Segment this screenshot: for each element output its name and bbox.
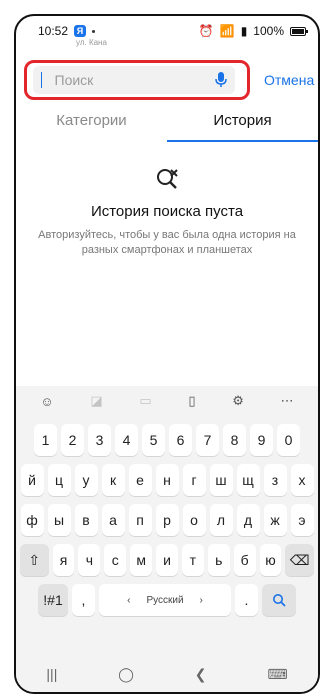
keyboard-row-3: ⇧ я ч с м и т ь б ю ⌫	[16, 544, 318, 576]
empty-description: Авторизуйтесь, чтобы у вас была одна ист…	[38, 229, 296, 256]
search-icon	[273, 594, 286, 607]
cancel-button[interactable]: Отмена	[264, 72, 314, 88]
key[interactable]: д	[236, 504, 260, 536]
key[interactable]: ф	[20, 504, 44, 536]
key[interactable]: а	[101, 504, 125, 536]
shift-icon[interactable]: ⇧	[20, 544, 49, 576]
key[interactable]: н	[155, 464, 179, 496]
search-key[interactable]	[262, 584, 296, 616]
key[interactable]: 6	[169, 424, 192, 456]
search-field[interactable]	[33, 66, 235, 94]
key[interactable]: к	[101, 464, 125, 496]
key[interactable]: ы	[47, 504, 71, 536]
tab-categories[interactable]: Категории	[16, 106, 167, 142]
keyboard-row-2: ф ы в а п р о л д ж э	[16, 504, 318, 536]
key[interactable]: 8	[223, 424, 246, 456]
search-history-empty-icon	[157, 169, 178, 189]
key[interactable]: й	[20, 464, 44, 496]
keyboard-row-bottom: !#1 , ‹ Русский › .	[16, 584, 318, 616]
map-label: ул. Кана	[76, 38, 107, 47]
empty-history: История поиска пуста Авторизуйтесь, чтоб…	[16, 166, 318, 258]
key[interactable]: п	[128, 504, 152, 536]
key[interactable]: 3	[88, 424, 111, 456]
space-label: Русский	[146, 594, 184, 606]
tab-bar: Категории История	[16, 106, 318, 142]
space-right-arrow-icon: ›	[199, 594, 203, 606]
system-nav-bar: ||| ◯ ❮ ⌨	[16, 656, 318, 692]
signal-icon: ▮	[240, 24, 248, 38]
keyboard-row-1: й ц у к е н г ш щ з х	[16, 464, 318, 496]
keyboard-hide-icon[interactable]: ⌨	[267, 666, 287, 683]
backspace-icon[interactable]: ⌫	[285, 544, 314, 576]
space-left-arrow-icon: ‹	[127, 594, 131, 606]
key[interactable]: р	[155, 504, 179, 536]
status-left: 10:52 Я	[38, 24, 96, 38]
notification-dot-icon	[92, 29, 96, 33]
gif-icon[interactable]: ▭	[139, 393, 151, 409]
key[interactable]: и	[156, 544, 178, 576]
search-input[interactable]	[52, 71, 207, 89]
home-icon[interactable]: ◯	[118, 666, 134, 683]
key[interactable]: 1	[34, 424, 57, 456]
keyboard: ☺ ◪ ▭ ▯ ⚙ ⋯ 1 2 3 4 5 6 7 8 9 0 й ц у к …	[16, 386, 318, 656]
key[interactable]: в	[74, 504, 98, 536]
key[interactable]: м	[130, 544, 153, 576]
key[interactable]: б	[233, 544, 256, 576]
battery-icon	[290, 26, 308, 36]
key[interactable]: ц	[47, 464, 71, 496]
status-time: 10:52	[38, 24, 69, 38]
key[interactable]: ж	[263, 504, 287, 536]
key[interactable]: 9	[250, 424, 273, 456]
key[interactable]: е	[128, 464, 152, 496]
key[interactable]: 7	[196, 424, 219, 456]
key[interactable]: я	[52, 544, 75, 576]
key[interactable]: э	[290, 504, 314, 536]
microphone-icon[interactable]	[215, 72, 227, 88]
empty-title: История поиска пуста	[90, 203, 244, 220]
phone-frame: 10:52 Я ⏰ 📶 ▮ 100% ул. Кана Отмена	[14, 14, 320, 694]
keyboard-row-numbers: 1 2 3 4 5 6 7 8 9 0	[16, 424, 318, 456]
period-key[interactable]: .	[235, 584, 258, 616]
search-row: Отмена	[16, 58, 318, 106]
keyboard-toolbar: ☺ ◪ ▭ ▯ ⚙ ⋯	[16, 386, 318, 416]
key[interactable]: л	[209, 504, 233, 536]
app-badge-icon: Я	[74, 25, 87, 37]
key[interactable]: 0	[277, 424, 300, 456]
emoji-icon[interactable]: ☺	[40, 394, 53, 409]
status-bar: 10:52 Я ⏰ 📶 ▮ 100%	[16, 16, 318, 46]
alarm-icon: ⏰	[198, 24, 214, 38]
status-right: ⏰ 📶 ▮ 100%	[198, 24, 308, 38]
recent-apps-icon[interactable]: |||	[46, 666, 57, 682]
key[interactable]: т	[181, 544, 204, 576]
search-box-highlight	[24, 60, 250, 100]
key[interactable]: 2	[61, 424, 84, 456]
text-cursor	[41, 72, 42, 88]
key[interactable]: ш	[209, 464, 233, 496]
key[interactable]: 5	[142, 424, 165, 456]
key[interactable]: ч	[78, 544, 101, 576]
sticker-icon[interactable]: ◪	[90, 393, 102, 409]
key[interactable]: ю	[259, 544, 282, 576]
settings-gear-icon[interactable]: ⚙	[232, 393, 244, 409]
symbols-key[interactable]: !#1	[38, 584, 68, 616]
key[interactable]: з	[263, 464, 287, 496]
tab-history[interactable]: История	[167, 106, 318, 142]
battery-percent: 100%	[253, 24, 284, 38]
key[interactable]: с	[104, 544, 127, 576]
key[interactable]: ь	[207, 544, 230, 576]
key[interactable]: щ	[236, 464, 260, 496]
key[interactable]: о	[182, 504, 206, 536]
space-key[interactable]: ‹ Русский ›	[99, 584, 231, 616]
back-icon[interactable]: ❮	[195, 666, 207, 683]
clipboard-icon[interactable]: ▯	[188, 393, 195, 409]
key[interactable]: х	[290, 464, 314, 496]
comma-key[interactable]: ,	[72, 584, 95, 616]
key[interactable]: г	[182, 464, 206, 496]
key[interactable]: у	[74, 464, 98, 496]
more-options-icon[interactable]: ⋯	[281, 393, 294, 409]
key[interactable]: 4	[115, 424, 138, 456]
wifi-icon: 📶	[219, 24, 235, 38]
